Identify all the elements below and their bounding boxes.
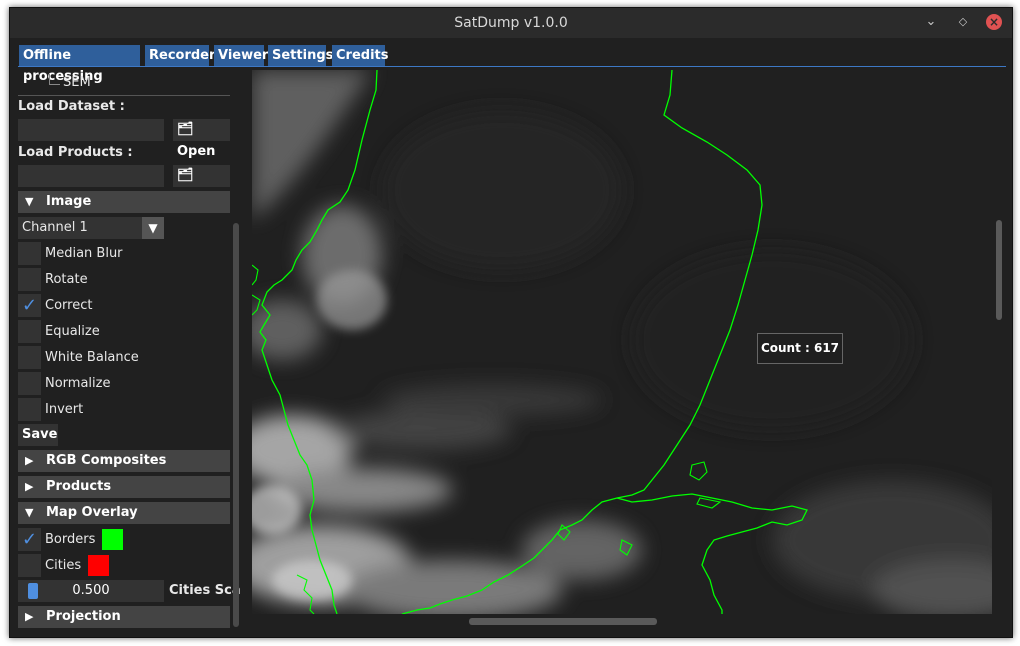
- collapsed-arrow-icon: ▶: [25, 610, 34, 623]
- cities-scale-label: Cities Sca: [169, 583, 241, 598]
- satellite-image: [252, 70, 992, 614]
- products-path-input[interactable]: [18, 165, 164, 187]
- map-overlay-header[interactable]: ▼ Map Overlay: [18, 502, 230, 524]
- folder-icon: 🗂: [177, 168, 194, 183]
- checkmark-icon: ✓: [21, 529, 38, 550]
- open-products-button[interactable]: 🗂 Open: [173, 165, 230, 205]
- image-section-header[interactable]: ▼ Image: [18, 191, 230, 213]
- collapsed-arrow-icon: ▶: [25, 454, 34, 467]
- minimize-icon[interactable]: ⌄: [923, 14, 939, 30]
- cities-color-swatch[interactable]: [88, 555, 109, 576]
- rotate-checkbox[interactable]: [18, 268, 41, 291]
- tab-underline: [18, 66, 1006, 67]
- open-dataset-button[interactable]: 🗂 Open: [173, 119, 230, 159]
- projection-header[interactable]: ▶ Projection: [18, 606, 230, 628]
- sidebar-scrollbar[interactable]: [233, 223, 239, 627]
- tab-viewer[interactable]: Viewer: [214, 45, 268, 66]
- title-bar: SatDump v1.0.0 ⌄ ◇ ×: [10, 8, 1012, 38]
- viewer-vertical-scrollbar[interactable]: [996, 220, 1002, 320]
- white-balance-checkbox[interactable]: [18, 346, 41, 369]
- maximize-icon[interactable]: ◇: [955, 14, 971, 30]
- tab-settings[interactable]: Settings: [268, 45, 333, 66]
- white-balance-label: White Balance: [45, 350, 139, 365]
- dropdown-arrow-icon[interactable]: ▼: [142, 217, 164, 239]
- normalize-label: Normalize: [45, 376, 111, 391]
- cities-label: Cities: [45, 558, 82, 573]
- normalize-checkbox[interactable]: [18, 372, 41, 395]
- window-title: SatDump v1.0.0: [454, 15, 568, 31]
- app-window: SatDump v1.0.0 ⌄ ◇ × Offline processing …: [9, 7, 1013, 638]
- save-button[interactable]: Save: [18, 424, 58, 446]
- channel-select[interactable]: Channel 1 ▼: [18, 217, 164, 239]
- median-blur-label: Median Blur: [45, 246, 123, 261]
- borders-color-swatch[interactable]: [102, 529, 123, 550]
- satellite-image-view[interactable]: [252, 70, 992, 614]
- folder-icon: 🗂: [177, 122, 194, 137]
- cities-scale-slider[interactable]: 0.500: [18, 580, 164, 602]
- equalize-label: Equalize: [45, 324, 100, 339]
- load-dataset-label: Load Dataset :: [18, 99, 125, 114]
- tree-item-sem[interactable]: SEM: [63, 72, 91, 94]
- checkmark-icon: ✓: [21, 295, 38, 316]
- tree-connector: [49, 74, 60, 85]
- hover-count-tooltip: Count : 617: [757, 333, 843, 364]
- load-products-label: Load Products :: [18, 145, 133, 160]
- products-header[interactable]: ▶ Products: [18, 476, 230, 498]
- equalize-checkbox[interactable]: [18, 320, 41, 343]
- main-tabs: Offline processing Recorder Viewer Setti…: [10, 45, 1012, 84]
- rotate-label: Rotate: [45, 272, 88, 287]
- dataset-path-input[interactable]: [18, 119, 164, 141]
- correct-checkbox[interactable]: ✓: [18, 294, 41, 317]
- expanded-arrow-icon: ▼: [25, 506, 34, 519]
- collapsed-arrow-icon: ▶: [25, 480, 34, 493]
- viewer-horizontal-scrollbar[interactable]: [469, 618, 657, 625]
- invert-label: Invert: [45, 402, 84, 417]
- tab-offline-processing[interactable]: Offline processing: [19, 45, 140, 84]
- correct-label: Correct: [45, 298, 93, 313]
- borders-label: Borders: [45, 532, 96, 547]
- close-icon[interactable]: ×: [986, 14, 1002, 30]
- tab-recorder[interactable]: Recorder: [145, 45, 215, 66]
- cities-checkbox[interactable]: [18, 554, 41, 577]
- invert-checkbox[interactable]: [18, 398, 41, 421]
- median-blur-checkbox[interactable]: [18, 242, 41, 265]
- borders-checkbox[interactable]: ✓: [18, 528, 41, 551]
- expanded-arrow-icon: ▼: [25, 195, 34, 208]
- rgb-composites-header[interactable]: ▶ RGB Composites: [18, 450, 230, 472]
- tab-credits[interactable]: Credits: [332, 45, 388, 66]
- viewer-sidebar: SEM Load Dataset : 🗂 Open Load Products …: [10, 68, 242, 633]
